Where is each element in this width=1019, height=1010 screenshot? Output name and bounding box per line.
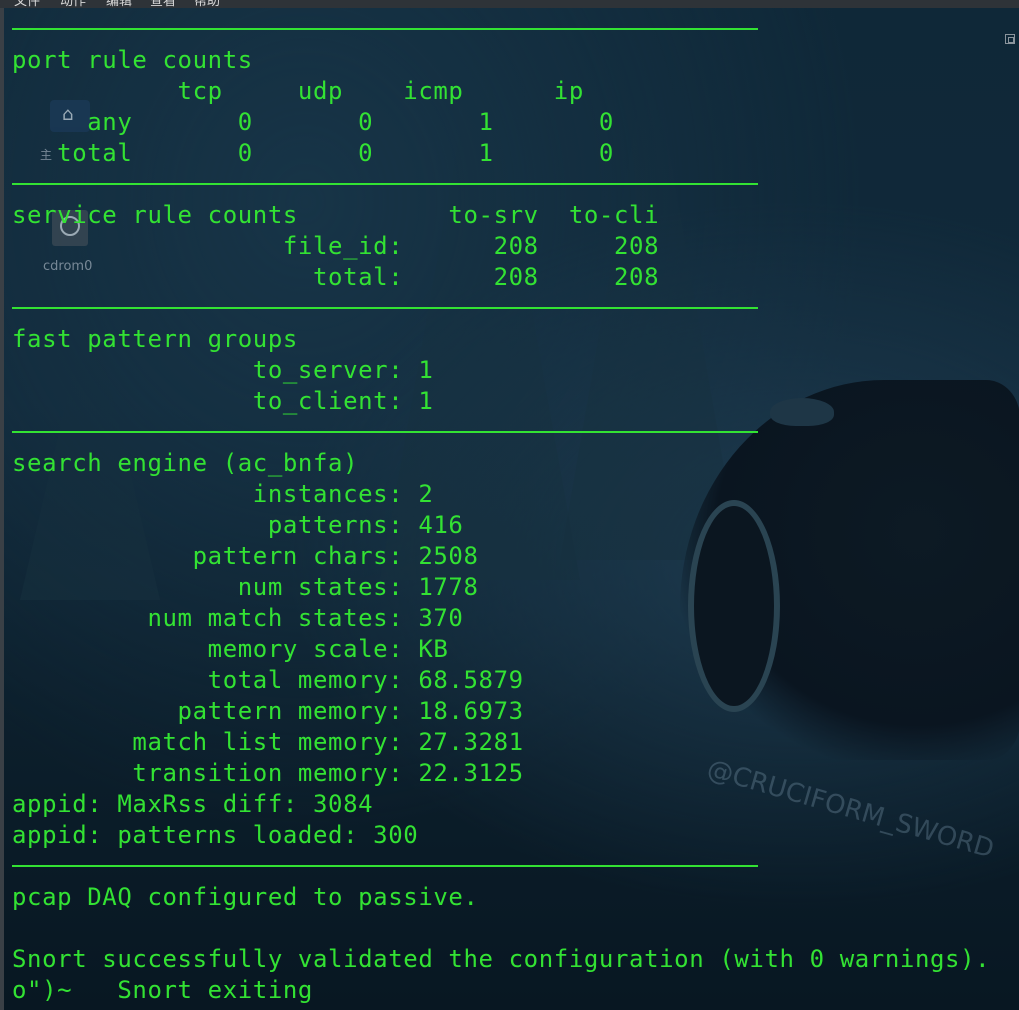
search-engine-title: search engine (ac_bnfa) (12, 449, 359, 477)
fast-pattern-groups-title: fast pattern groups (12, 325, 298, 353)
separator-line (12, 28, 758, 30)
port-rule-counts-row: any 0 0 1 0 (12, 108, 614, 136)
fast-pattern-groups-row: to_server: 1 (12, 356, 434, 384)
search-engine-row: match list memory: 27.3281 (12, 728, 524, 756)
port-rule-counts-row: total 0 0 1 0 (12, 139, 614, 167)
separator-line (12, 865, 758, 867)
search-engine-row: num match states: 370 (12, 604, 464, 632)
search-engine-row: instances: 2 (12, 480, 434, 508)
validation-status-line: Snort successfully validated the configu… (12, 945, 991, 973)
appid-line: appid: MaxRss diff: 3084 (12, 790, 374, 818)
search-engine-row: patterns: 416 (12, 511, 464, 539)
appid-line: appid: patterns loaded: 300 (12, 821, 419, 849)
search-engine-row: total memory: 68.5879 (12, 666, 524, 694)
search-engine-row: pattern memory: 18.6973 (12, 697, 524, 725)
search-engine-row: pattern chars: 2508 (12, 542, 479, 570)
service-rule-counts-row: total: 208 208 (12, 263, 660, 291)
fast-pattern-groups-row: to_client: 1 (12, 387, 434, 415)
port-rule-counts-header: tcp udp icmp ip (12, 77, 584, 105)
separator-line (12, 431, 758, 433)
separator-line (12, 183, 758, 185)
daq-status-line: pcap DAQ configured to passive. (12, 883, 479, 911)
service-rule-counts-row: file_id: 208 208 (12, 232, 660, 260)
search-engine-row: memory scale: KB (12, 635, 449, 663)
search-engine-row: num states: 1778 (12, 573, 479, 601)
port-rule-counts-title: port rule counts (12, 46, 253, 74)
terminal-output: port rule counts tcp udp icmp ip any 0 0… (0, 0, 1019, 1010)
service-rule-counts-title: service rule counts to-srv to-cli (12, 201, 660, 229)
separator-line (12, 307, 758, 309)
search-engine-row: transition memory: 22.3125 (12, 759, 524, 787)
exit-status-line: o")~ Snort exiting (12, 976, 313, 1004)
